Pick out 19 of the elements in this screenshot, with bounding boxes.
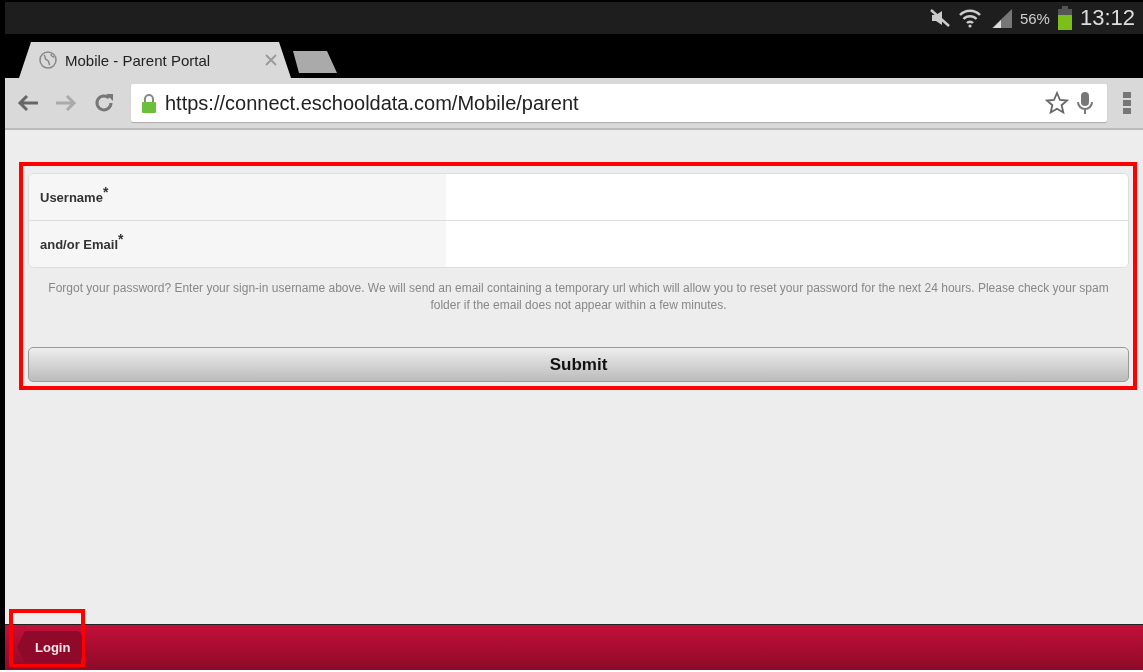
battery-percentage: 56% [1019,9,1050,27]
wifi-icon [957,8,982,28]
help-text: Forgot your password? Enter your sign-in username above. We will send an email containing a temporary url which will allow you to reset your password for the next 24 hours. Please check your spam folder if the email does not appear within a few minutes. [47,280,1110,314]
menu-icon[interactable] [1123,91,1131,115]
battery-icon [1057,6,1072,30]
submit-button[interactable]: Submit [28,347,1129,382]
clock-time: 13:12 [1079,5,1135,31]
star-icon[interactable] [1045,91,1069,115]
browser-tab[interactable]: Mobile - Parent Portal [19,42,291,78]
back-button[interactable]: Login [17,631,83,663]
new-tab-icon[interactable] [293,51,337,73]
lock-icon [141,93,157,113]
microphone-icon[interactable] [1077,91,1093,115]
reload-icon[interactable] [93,92,115,114]
back-arrow-icon[interactable] [17,94,39,112]
forward-arrow-icon[interactable] [55,94,77,112]
address-bar[interactable]: https://connect.eschooldata.com/Mobile/parent [131,84,1107,122]
close-icon[interactable] [265,54,277,66]
mute-icon [929,9,950,27]
